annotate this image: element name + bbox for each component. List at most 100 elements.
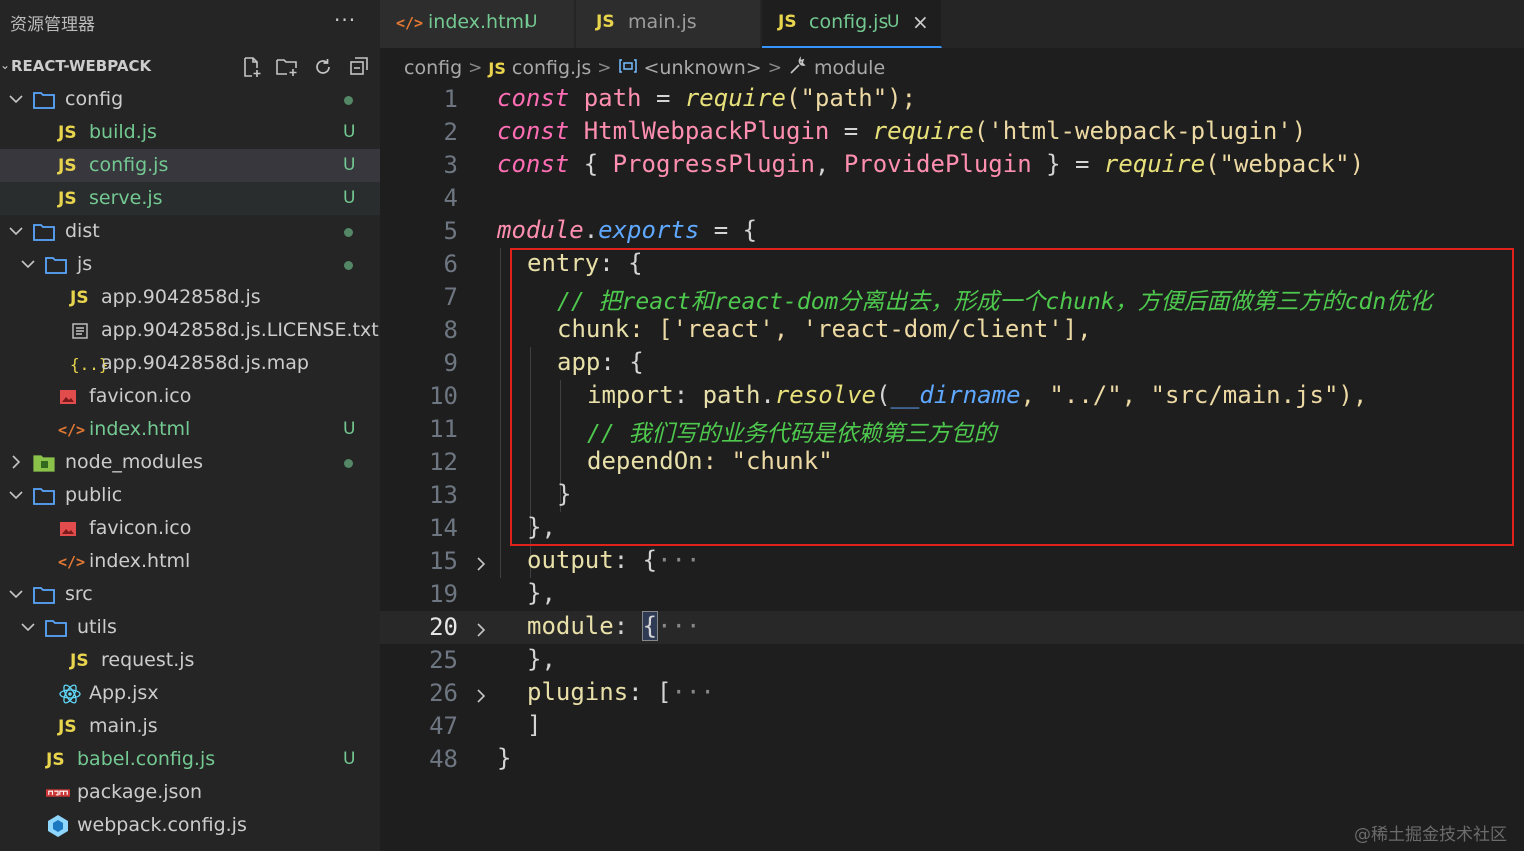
line-number: 4	[443, 184, 458, 212]
code-line: 47 ]	[380, 710, 1524, 743]
tab-label: main.js	[628, 11, 697, 33]
tree-file[interactable]: JS app.9042858d.js	[0, 281, 380, 314]
tree-item-label: src	[65, 583, 93, 605]
folder-icon	[44, 617, 68, 639]
chevron-down-icon[interactable]	[20, 255, 36, 273]
line-number: 12	[429, 448, 458, 476]
line-number: 25	[429, 646, 458, 674]
collapse-all-icon[interactable]	[346, 54, 371, 79]
tree-file[interactable]: JS main.js	[0, 710, 380, 743]
tab-config-js[interactable]: JS config.js U ×	[762, 0, 942, 48]
tree-item-label: app.9042858d.js.LICENSE.txt	[101, 319, 379, 341]
js-file-icon: JS	[596, 12, 615, 32]
line-number: 8	[443, 316, 458, 344]
tab-main-js[interactable]: JS main.js	[576, 0, 761, 48]
project-header[interactable]: ⌄ REACT-WEBPACK	[0, 50, 380, 83]
tree-item-label: index.html	[89, 418, 191, 440]
refresh-icon[interactable]	[310, 54, 335, 79]
git-status-badge: U	[343, 155, 356, 175]
breadcrumb: config > JS config.js > <unknown> > modu…	[404, 55, 885, 81]
tree-folder[interactable]: public	[0, 479, 380, 512]
line-number: 6	[443, 250, 458, 278]
chevron-down-icon[interactable]	[8, 90, 24, 108]
tab-index-html[interactable]: </> index.html U	[380, 0, 575, 48]
tree-item-label: node_modules	[65, 451, 204, 473]
line-number: 2	[443, 118, 458, 146]
line-number: 47	[429, 712, 458, 740]
line-number: 14	[429, 514, 458, 542]
chevron-down-icon[interactable]	[8, 585, 24, 603]
tree-file[interactable]: {..} app.9042858d.js.map	[0, 347, 380, 380]
breadcrumb-folder[interactable]: config	[404, 57, 462, 79]
tree-file[interactable]: package.json	[0, 776, 380, 809]
tree-folder[interactable]: js	[0, 248, 380, 281]
explorer-title: 资源管理器	[10, 15, 95, 35]
tree-file[interactable]: </> index.html	[0, 545, 380, 578]
folder-icon	[44, 254, 68, 276]
tree-file[interactable]: favicon.ico	[0, 512, 380, 545]
chevron-down-icon[interactable]	[8, 222, 24, 240]
tree-file[interactable]: JS config.js U	[0, 149, 380, 182]
code-line: 3 const { ProgressPlugin, ProvidePlugin …	[380, 149, 1524, 182]
code-text: },	[527, 579, 556, 607]
image-file-icon	[58, 386, 82, 408]
chevron-right-icon[interactable]	[8, 453, 24, 471]
tree-folder[interactable]: node_modules	[0, 446, 380, 479]
tree-item-label: request.js	[101, 649, 195, 671]
breadcrumb-file[interactable]: config.js	[512, 57, 591, 79]
tree-folder[interactable]: utils	[0, 611, 380, 644]
image-file-icon	[58, 518, 82, 540]
code-text: module.exports = {	[497, 216, 758, 244]
text-file-icon	[70, 320, 94, 342]
chevron-down-icon[interactable]	[20, 618, 36, 636]
js-file-icon: JS	[58, 156, 77, 176]
breadcrumb-module[interactable]: module	[814, 57, 885, 79]
line-number: 48	[429, 745, 458, 773]
new-folder-icon[interactable]	[274, 54, 299, 79]
tree-file[interactable]: app.9042858d.js.LICENSE.txt	[0, 314, 380, 347]
line-number: 15	[429, 547, 458, 575]
new-file-icon[interactable]	[238, 54, 263, 79]
code-text: }	[497, 744, 512, 772]
file-tree: config JS build.js U JS config.js U JS serve.js U…	[0, 83, 380, 842]
line-number: 13	[429, 481, 458, 509]
folder-icon	[32, 89, 56, 111]
more-actions-icon[interactable]: ···	[334, 8, 356, 32]
tree-file[interactable]: JS build.js U	[0, 116, 380, 149]
js-file-icon: JS	[58, 717, 77, 737]
json-map-file-icon: {..}	[70, 354, 109, 374]
tree-file[interactable]: JS serve.js U	[0, 182, 380, 215]
tree-folder[interactable]: src	[0, 578, 380, 611]
breadcrumb-symbol[interactable]: <unknown>	[644, 57, 762, 79]
close-icon[interactable]: ×	[912, 10, 929, 34]
tree-item-label: main.js	[89, 715, 158, 737]
chevron-right-icon[interactable]	[475, 683, 489, 703]
chevron-right-icon[interactable]	[475, 551, 489, 571]
tree-file[interactable]: JS babel.config.js U	[0, 743, 380, 776]
editor-tab-bar: </> index.html U JS main.js JS config.js…	[380, 0, 1524, 48]
bracket-match: {	[641, 611, 659, 641]
code-line: 26 plugins: [···	[380, 677, 1524, 710]
tree-item-label: js	[77, 253, 93, 275]
chevron-down-icon[interactable]	[8, 486, 24, 504]
code-line: 5 module.exports = {	[380, 215, 1524, 248]
tab-status: U	[887, 12, 900, 32]
tree-file[interactable]: JS request.js	[0, 644, 380, 677]
tree-item-label: webpack.config.js	[77, 814, 247, 836]
watermark: @稀土掘金技术社区	[1354, 825, 1507, 845]
tree-folder[interactable]: config	[0, 83, 380, 116]
tree-file[interactable]: webpack.config.js	[0, 809, 380, 842]
chevron-right-icon: >	[767, 58, 782, 78]
code-text: module: {···	[527, 611, 701, 641]
tree-file[interactable]: </> index.html U	[0, 413, 380, 446]
code-text: output: {···	[527, 546, 701, 574]
chevron-right-icon: >	[597, 58, 612, 78]
chevron-right-icon[interactable]	[475, 617, 489, 637]
line-number: 7	[443, 283, 458, 311]
code-text: const HtmlWebpackPlugin = require('html-…	[497, 117, 1307, 145]
tree-folder[interactable]: dist	[0, 215, 380, 248]
code-text: plugins: [···	[527, 678, 715, 706]
tree-file[interactable]: App.jsx	[0, 677, 380, 710]
folder-icon	[32, 221, 56, 243]
tree-file[interactable]: favicon.ico	[0, 380, 380, 413]
